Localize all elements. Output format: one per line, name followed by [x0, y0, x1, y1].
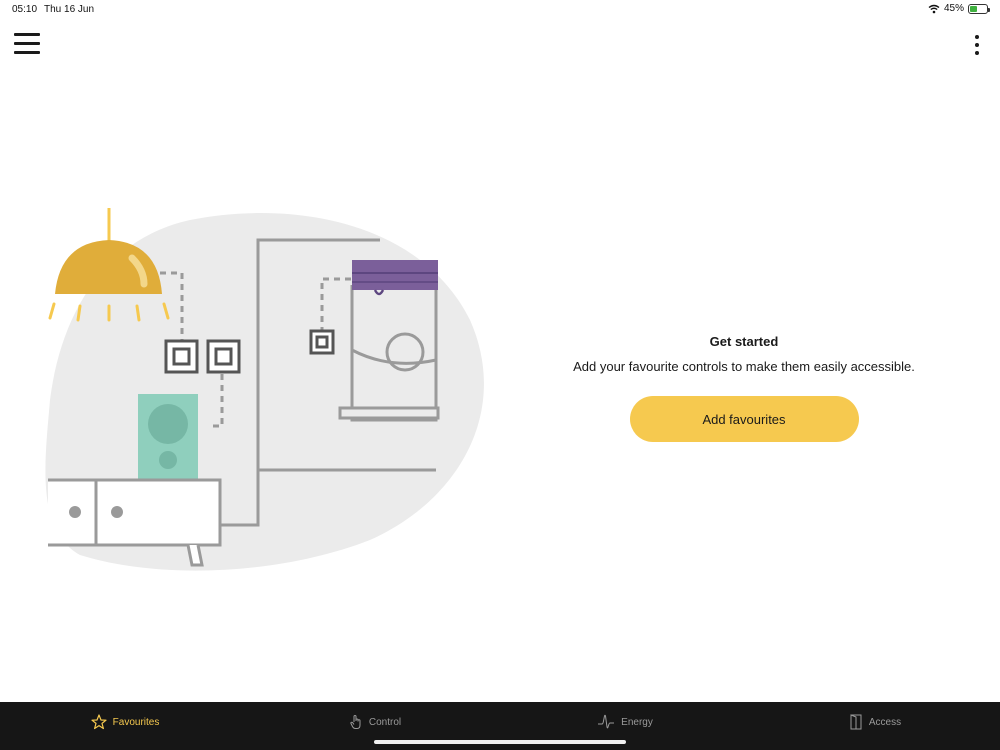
tab-energy-label: Energy — [621, 716, 653, 728]
empty-state-description: Add your favourite controls to make them… — [573, 359, 915, 374]
battery-percent: 45% — [943, 3, 964, 14]
tab-control-label: Control — [368, 716, 402, 728]
energy-wave-icon — [598, 714, 615, 729]
status-bar: 05:10 Thu 16 Jun 45% — [0, 0, 1000, 20]
status-date: Thu 16 Jun — [44, 4, 95, 15]
tab-access[interactable]: Access — [750, 702, 1000, 750]
wifi-icon — [928, 4, 940, 13]
home-indicator[interactable] — [374, 740, 626, 744]
status-time: 05:10 — [12, 4, 38, 15]
empty-state-title: Get started — [709, 334, 779, 349]
star-icon — [91, 714, 107, 730]
door-icon — [850, 714, 862, 730]
status-indicators: 45% — [928, 3, 990, 14]
smart-home-illustration — [45, 208, 484, 571]
tab-favourites-label: Favourites — [112, 716, 160, 728]
tab-access-label: Access — [868, 716, 902, 728]
battery-charging-icon — [968, 3, 990, 14]
hamburger-menu-icon[interactable] — [14, 33, 40, 57]
empty-state-panel: Get started Add your favourite controls … — [560, 334, 928, 442]
tab-favourites[interactable]: Favourites — [0, 702, 250, 750]
battery-level — [970, 5, 978, 12]
add-favourites-button[interactable]: Add favourites — [629, 396, 859, 442]
more-vertical-icon[interactable] — [972, 33, 982, 57]
hand-pointer-icon — [350, 714, 361, 729]
